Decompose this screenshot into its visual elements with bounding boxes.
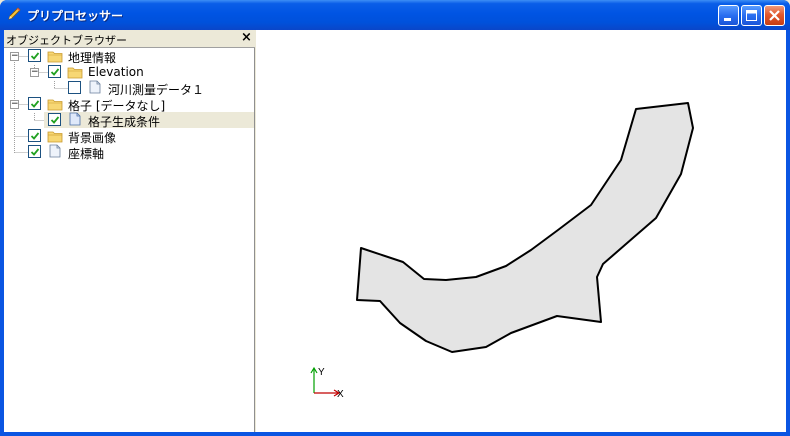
check-icon xyxy=(50,68,60,76)
close-button[interactable] xyxy=(764,5,785,26)
check-icon xyxy=(30,132,40,140)
client-area: オブジェクトブラウザー × − 地理情報 − Elevation 河川測量データ… xyxy=(4,30,786,432)
object-browser-close-button[interactable]: × xyxy=(240,31,253,45)
document-icon xyxy=(49,144,61,158)
checkbox-grid-generation-condition[interactable] xyxy=(48,113,61,126)
tree-item-label: 座標軸 xyxy=(68,147,105,161)
graphics-canvas[interactable]: Y X xyxy=(256,30,786,432)
check-icon xyxy=(30,100,40,108)
check-icon xyxy=(50,116,60,124)
collapse-icon[interactable]: − xyxy=(30,68,39,77)
tree-item-coordinate-axis[interactable]: 座標軸 xyxy=(4,144,254,161)
checkbox-river-survey-data[interactable] xyxy=(68,81,81,94)
axis-x-label: X xyxy=(337,389,344,400)
tree-item-grid[interactable]: − 格子 [データなし] xyxy=(4,96,254,113)
tree-item-label: Elevation xyxy=(88,65,144,79)
maximize-icon xyxy=(746,10,757,21)
object-browser-header: オブジェクトブラウザー × xyxy=(4,30,255,48)
tree-item-grid-generation-condition[interactable]: 格子生成条件 xyxy=(44,112,254,129)
pencil-icon xyxy=(8,7,21,20)
checkbox-elevation[interactable] xyxy=(48,65,61,78)
coordinate-axis-indicator: Y X xyxy=(310,366,344,400)
object-browser-title: オブジェクトブラウザー xyxy=(6,34,127,47)
document-icon xyxy=(89,80,101,94)
object-tree: − 地理情報 − Elevation 河川測量データ１ − 格子 [データなし]… xyxy=(4,48,254,432)
document-icon xyxy=(69,112,81,126)
window-title: プリプロセッサー xyxy=(27,9,124,23)
collapse-icon[interactable]: − xyxy=(10,100,19,109)
maximize-button[interactable] xyxy=(741,5,762,26)
folder-icon xyxy=(67,67,83,79)
folder-icon xyxy=(47,99,63,111)
axis-y-label: Y xyxy=(318,367,325,378)
object-browser-panel: オブジェクトブラウザー × − 地理情報 − Elevation 河川測量データ… xyxy=(4,30,255,432)
checkbox-geographic-info[interactable] xyxy=(28,49,41,62)
tree-item-geographic-info[interactable]: − 地理情報 xyxy=(4,48,254,65)
minimize-icon xyxy=(724,18,731,21)
collapse-icon[interactable]: − xyxy=(10,52,19,61)
check-icon xyxy=(30,148,40,156)
title-bar[interactable]: プリプロセッサー xyxy=(0,0,790,30)
folder-icon xyxy=(47,51,63,63)
checkbox-coordinate-axis[interactable] xyxy=(28,145,41,158)
tree-item-elevation[interactable]: − Elevation xyxy=(4,64,254,80)
tree-item-river-survey-data[interactable]: 河川測量データ１ xyxy=(4,80,254,97)
close-icon xyxy=(769,10,780,21)
minimize-button[interactable] xyxy=(718,5,739,26)
checkbox-grid[interactable] xyxy=(28,97,41,110)
graphics-view[interactable]: Y X xyxy=(256,30,786,432)
river-polygon[interactable] xyxy=(356,102,694,353)
app-window: プリプロセッサー オブジェクトブラウザー × − 地理情報 − Elevatio… xyxy=(0,0,790,436)
tree-item-background-image[interactable]: 背景画像 xyxy=(4,128,254,145)
folder-icon xyxy=(47,131,63,143)
checkbox-background-image[interactable] xyxy=(28,129,41,142)
check-icon xyxy=(30,52,40,60)
